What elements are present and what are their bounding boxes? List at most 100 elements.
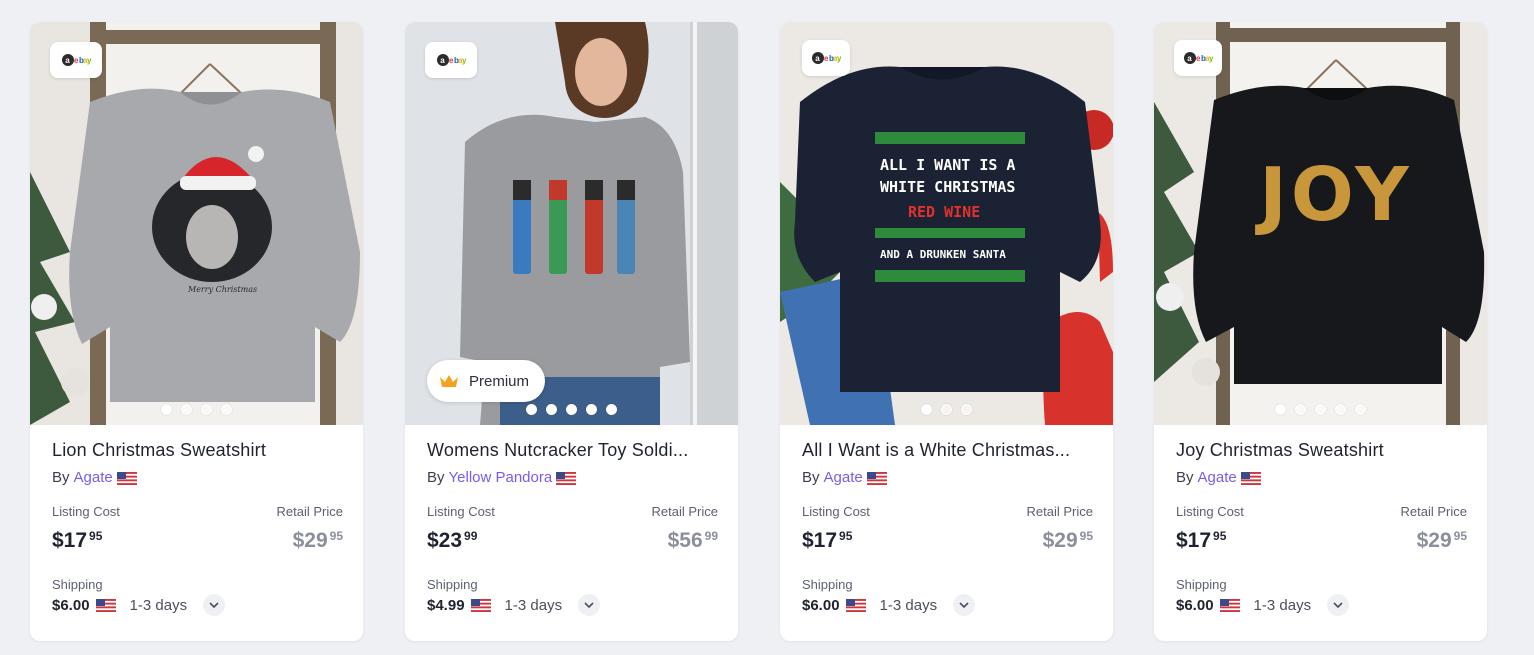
chevron-down-icon[interactable] (203, 594, 226, 616)
product-title[interactable]: Womens Nutcracker Toy Soldi... (427, 438, 717, 462)
by-label: By (1176, 469, 1194, 486)
listing-cost-label: Listing Cost (1176, 504, 1244, 519)
marketplace-logo-icon: a e b a y (425, 42, 477, 78)
product-image[interactable]: a e b a y Premium (405, 22, 738, 425)
product-info: Joy Christmas Sweatshirt By Agate Listin… (1176, 425, 1471, 616)
product-card[interactable]: ALL I WANT IS A WHITE CHRISTMAS RED WINE… (780, 22, 1113, 641)
shipping-label: Shipping (427, 577, 478, 592)
carousel-dot[interactable] (546, 404, 557, 415)
listing-cost-label: Listing Cost (52, 504, 120, 519)
shipping-days: 1-3 days (129, 596, 188, 614)
retail-price: Retail Price $29 95 (1401, 504, 1467, 554)
carousel-dot[interactable] (201, 404, 212, 415)
listing-cost-value: $17 95 (802, 529, 853, 552)
svg-text:a: a (815, 54, 820, 63)
product-title[interactable]: All I Want is a White Christmas... (802, 438, 1092, 462)
svg-text:a: a (440, 56, 445, 65)
carousel-dot[interactable] (941, 404, 952, 415)
carousel-dot[interactable] (526, 404, 537, 415)
carousel-dot[interactable] (1295, 404, 1306, 415)
print-line: AND A DRUNKEN SANTA (880, 248, 1006, 261)
us-flag-icon (866, 471, 887, 485)
product-info: Womens Nutcracker Toy Soldi... By Yellow… (427, 425, 722, 616)
retail-price-value: $56 99 (667, 529, 718, 552)
svg-text:y: y (462, 56, 466, 65)
product-card[interactable]: JOY a e b a y Joy Christmas Sweatshirt B… (1154, 22, 1487, 641)
product-image[interactable]: Merry Christmas a e b a y (30, 22, 363, 425)
price-row: Listing Cost $23 99 Retail Price $56 99 (427, 504, 718, 554)
price-row: Listing Cost $17 95 Retail Price $29 95 (52, 504, 343, 554)
image-carousel-dots[interactable] (1154, 404, 1487, 415)
shipping-cost: $6.00 (802, 596, 840, 614)
listing-cost-value: $17 95 (1176, 529, 1227, 552)
shipping-label: Shipping (802, 577, 853, 592)
carousel-dot[interactable] (1355, 404, 1366, 415)
chevron-down-icon[interactable] (1327, 594, 1350, 616)
carousel-dot[interactable] (1335, 404, 1346, 415)
listing-cost-label: Listing Cost (802, 504, 870, 519)
carousel-dot[interactable] (161, 404, 172, 415)
shipping-cost: $4.99 (427, 596, 465, 614)
shipping-days: 1-3 days (879, 596, 938, 614)
carousel-dot[interactable] (606, 404, 617, 415)
retail-price: Retail Price $29 95 (277, 504, 343, 554)
image-carousel-dots[interactable] (780, 404, 1113, 415)
seller-link[interactable]: Yellow Pandora (449, 468, 553, 488)
product-card[interactable]: a e b a y Premium Womens Nutcracker Toy … (405, 22, 738, 641)
carousel-dot[interactable] (586, 404, 597, 415)
carousel-dot[interactable] (921, 404, 932, 415)
retail-price-value: $29 95 (1416, 529, 1467, 552)
print-line: WHITE CHRISTMAS (880, 178, 1015, 196)
listing-cost-label: Listing Cost (427, 504, 495, 519)
seller-link[interactable]: Agate (824, 468, 863, 488)
seller-link[interactable]: Agate (74, 468, 113, 488)
product-title[interactable]: Lion Christmas Sweatshirt (52, 438, 342, 462)
seller-line: By Agate (802, 468, 1097, 488)
us-flag-icon (95, 598, 116, 612)
svg-text:y: y (837, 54, 841, 63)
print-line: RED WINE (908, 203, 980, 221)
chevron-down-icon[interactable] (953, 594, 976, 616)
product-image[interactable]: ALL I WANT IS A WHITE CHRISTMAS RED WINE… (780, 22, 1113, 425)
svg-text:a: a (1187, 54, 1192, 63)
listing-cost: Listing Cost $17 95 (1176, 504, 1244, 554)
us-flag-icon (470, 598, 491, 612)
product-image[interactable]: JOY a e b a y (1154, 22, 1487, 425)
marketplace-logo-icon: a e b a y (802, 40, 850, 76)
marketplace-logo-icon: a e b a y (50, 42, 102, 78)
listing-cost: Listing Cost $17 95 (52, 504, 120, 554)
carousel-dot[interactable] (961, 404, 972, 415)
carousel-dot[interactable] (1275, 404, 1286, 415)
seller-link[interactable]: Agate (1198, 468, 1237, 488)
by-label: By (52, 469, 70, 486)
price-row: Listing Cost $17 95 Retail Price $29 95 (1176, 504, 1467, 554)
svg-text:y: y (87, 56, 91, 65)
product-info: Lion Christmas Sweatshirt By Agate Listi… (52, 425, 347, 616)
listing-cost: Listing Cost $23 99 (427, 504, 495, 554)
retail-price: Retail Price $29 95 (1027, 504, 1093, 554)
shipping-days: 1-3 days (1253, 596, 1312, 614)
seller-line: By Yellow Pandora (427, 468, 722, 488)
carousel-dot[interactable] (566, 404, 577, 415)
carousel-dot[interactable] (181, 404, 192, 415)
us-flag-icon (556, 471, 577, 485)
product-title[interactable]: Joy Christmas Sweatshirt (1176, 438, 1466, 462)
shipping-days: 1-3 days (504, 596, 563, 614)
svg-text:y: y (1209, 54, 1213, 63)
retail-price-label: Retail Price (1026, 504, 1093, 519)
seller-line: By Agate (1176, 468, 1471, 488)
chevron-down-icon[interactable] (578, 594, 601, 616)
carousel-dot[interactable] (1315, 404, 1326, 415)
shipping-row: $6.00 1-3 days (52, 594, 347, 616)
product-card[interactable]: Merry Christmas a e b a y Lion Christmas… (30, 22, 363, 641)
print-line: ALL I WANT IS A (880, 156, 1015, 174)
image-carousel-dots[interactable] (405, 404, 738, 415)
shipping-row: $4.99 1-3 days (427, 594, 722, 616)
seller-line: By Agate (52, 468, 347, 488)
image-carousel-dots[interactable] (30, 404, 363, 415)
shipping-label: Shipping (1176, 577, 1227, 592)
carousel-dot[interactable] (221, 404, 232, 415)
shipping-label: Shipping (52, 577, 103, 592)
marketplace-logo-icon: a e b a y (1174, 40, 1222, 76)
price-row: Listing Cost $17 95 Retail Price $29 95 (802, 504, 1093, 554)
